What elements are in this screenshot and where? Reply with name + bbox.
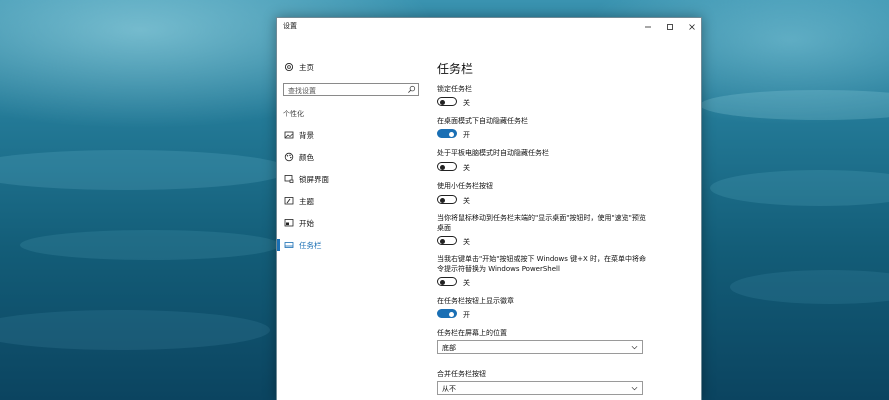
setting-label: 处于平板电脑模式时自动隐藏任务栏 [437, 149, 549, 157]
gear-icon [284, 62, 294, 72]
toggle-knob [440, 238, 445, 244]
toggle-state: 开 [463, 311, 470, 319]
toggle-knob [449, 131, 454, 137]
sidebar-item-label: 主题 [299, 197, 314, 206]
search-input[interactable]: 查找设置 [283, 83, 419, 96]
taskbar-icon [284, 242, 294, 248]
sidebar: 主页 查找设置 个性化 背景 颜色 锁屏界面 主题 开始 任务栏 [277, 35, 427, 400]
sidebar-item-background[interactable]: 背景 [277, 127, 427, 143]
title-bar[interactable]: 设置 [277, 18, 701, 35]
taskbar-position-select[interactable]: 底部 [437, 340, 643, 354]
setting-label: 使用小任务栏按钮 [437, 182, 493, 190]
minimize-icon [645, 26, 651, 27]
auto-hide-desktop-toggle[interactable] [437, 129, 457, 138]
peek-toggle[interactable] [437, 236, 457, 245]
window-title: 设置 [283, 22, 297, 30]
toggle-knob [440, 279, 445, 285]
sidebar-item-start[interactable]: 开始 [277, 215, 427, 231]
chevron-down-icon [631, 386, 638, 391]
toggle-state: 关 [463, 99, 470, 107]
select-value: 底部 [442, 344, 456, 352]
sidebar-item-home[interactable]: 主页 [277, 59, 427, 75]
setting-label: 当我右键单击"开始"按钮或按下 Windows 键+X 时，在菜单中将命令提示符… [437, 255, 647, 273]
settings-window: 设置 主页 查找设置 个性化 背景 颜色 锁屏界面 主题 开始 任务栏 任务栏 … [276, 17, 702, 400]
chevron-down-icon [631, 345, 638, 350]
sidebar-item-label: 颜色 [299, 153, 314, 162]
toggle-knob [440, 164, 445, 170]
toggle-state: 开 [463, 131, 470, 139]
sidebar-home-label: 主页 [299, 63, 314, 72]
toggle-state: 关 [463, 238, 470, 246]
maximize-button[interactable] [659, 18, 681, 35]
toggle-knob [449, 311, 454, 317]
close-icon [689, 23, 695, 30]
auto-hide-tablet-toggle[interactable] [437, 162, 457, 171]
sidebar-item-themes[interactable]: 主题 [277, 193, 427, 209]
toggle-knob [440, 99, 445, 105]
taskbar-settings-panel: 任务栏 锁定任务栏 关 在桌面模式下自动隐藏任务栏 开 处于平板电脑模式时自动隐… [437, 35, 697, 400]
dropdown-label: 任务栏在屏幕上的位置 [437, 329, 507, 337]
sidebar-item-label: 锁屏界面 [299, 175, 329, 184]
maximize-icon [667, 23, 673, 30]
page-title: 任务栏 [437, 62, 474, 76]
picture-icon [284, 131, 294, 139]
search-placeholder: 查找设置 [288, 87, 316, 95]
badges-toggle[interactable] [437, 309, 457, 318]
sidebar-item-label: 任务栏 [299, 241, 322, 250]
toggle-state: 关 [463, 164, 470, 172]
dropdown-label: 合并任务栏按钮 [437, 370, 486, 378]
sidebar-item-label: 背景 [299, 131, 314, 140]
setting-label: 在桌面模式下自动隐藏任务栏 [437, 117, 528, 125]
small-buttons-toggle[interactable] [437, 195, 457, 204]
minimize-button[interactable] [637, 18, 659, 35]
toggle-state: 关 [463, 197, 470, 205]
setting-label: 在任务栏按钮上显示徽章 [437, 297, 514, 305]
lock-taskbar-toggle[interactable] [437, 97, 457, 106]
setting-label: 锁定任务栏 [437, 85, 472, 93]
combine-buttons-select[interactable]: 从不 [437, 381, 643, 395]
sidebar-section-label: 个性化 [283, 110, 304, 118]
setting-label: 当你将鼠标移动到任务栏末端的"显示桌面"按钮时，使用"速览"预览桌面 [437, 214, 646, 232]
start-icon [284, 219, 294, 227]
theme-icon [284, 197, 294, 205]
sidebar-item-lock-screen[interactable]: 锁屏界面 [277, 171, 427, 187]
palette-icon [284, 152, 294, 162]
sidebar-item-colors[interactable]: 颜色 [277, 149, 427, 165]
sidebar-item-taskbar[interactable]: 任务栏 [277, 237, 427, 253]
close-button[interactable] [681, 18, 703, 35]
lock-screen-icon [284, 175, 294, 183]
toggle-state: 关 [463, 279, 470, 287]
toggle-knob [440, 197, 445, 203]
sidebar-item-label: 开始 [299, 219, 314, 228]
select-value: 从不 [442, 385, 456, 393]
search-icon[interactable] [407, 85, 416, 94]
powershell-toggle[interactable] [437, 277, 457, 286]
